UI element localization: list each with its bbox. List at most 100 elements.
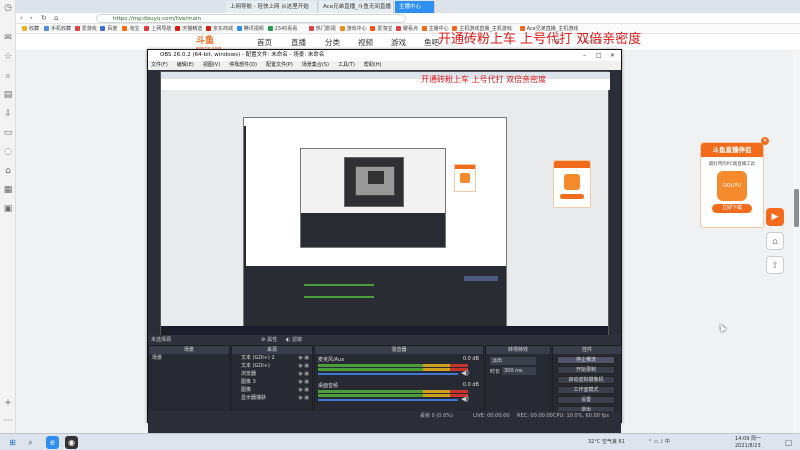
menu-file[interactable]: 文件(F): [151, 62, 168, 68]
tab-nav[interactable]: 上网导航 - 轻快上网 从这里开始: [226, 1, 318, 13]
bookmark-item[interactable]: 2345看看: [268, 24, 298, 34]
volume-meter: [318, 390, 468, 393]
source-item[interactable]: 文本 (GDI+) 2 ◉ ▣: [232, 354, 312, 362]
studio-mode-button[interactable]: 工作室模式: [557, 386, 615, 394]
source-item[interactable]: 显示器捕获 ◉ ▣: [232, 394, 312, 402]
tray-icons[interactable]: ⌃ ▭ ♪ 中: [648, 434, 670, 450]
scenes-header: 场景: [149, 346, 229, 354]
tab-douyu-room[interactable]: Ace兄弟直播_斗鱼无间直播: [319, 1, 394, 13]
mixer-channel-db: 0.0 dB: [462, 356, 479, 362]
add-icon[interactable]: +: [3, 398, 13, 408]
speaker-icon[interactable]: ◀): [461, 395, 469, 403]
search-icon[interactable]: ⌕: [3, 71, 13, 81]
duration-input[interactable]: 300 ms: [502, 367, 536, 375]
menu-edit[interactable]: 编辑(E): [177, 62, 194, 68]
nested-promo-text: 开通砖粉上车 上号代打 双倍亲密度: [421, 75, 547, 84]
home-icon[interactable]: ⌂: [54, 13, 58, 24]
volume-meter: [318, 364, 468, 367]
bookmark-item[interactable]: 百度: [100, 24, 117, 34]
back-icon[interactable]: ‹: [20, 13, 23, 24]
bookmark-item[interactable]: 游戏中心: [340, 24, 367, 34]
scroll-thumb[interactable]: [794, 189, 799, 227]
bookmark-item[interactable]: 收藏: [22, 24, 39, 34]
box-icon[interactable]: ▣: [3, 204, 13, 214]
visibility-icon[interactable]: ◉ ▣: [298, 362, 309, 370]
menu-view[interactable]: 视图(V): [203, 62, 220, 68]
home-side-icon[interactable]: ⌂: [766, 232, 784, 250]
source-label: 显示器捕获: [241, 395, 267, 401]
maximize-icon[interactable]: □: [596, 50, 602, 61]
bookmark-item[interactable]: 热门影视: [309, 24, 336, 34]
ad-close-icon[interactable]: ×: [761, 137, 769, 145]
volume-slider[interactable]: [318, 373, 458, 375]
notification-icon[interactable]: ▢: [782, 436, 795, 449]
volume-slider[interactable]: [318, 399, 458, 401]
tab-anchor-center[interactable]: 主播中心: [395, 1, 435, 13]
game-icon[interactable]: ⌂: [3, 166, 13, 176]
bookmark-item[interactable]: 主播中心: [422, 24, 449, 34]
refresh-icon[interactable]: ↻: [41, 13, 47, 24]
back-top-icon[interactable]: ⇧: [766, 256, 784, 274]
stop-stream-button[interactable]: 停止推流: [557, 356, 615, 364]
mail-icon[interactable]: ✉: [3, 33, 13, 43]
visibility-icon[interactable]: ◉ ▣: [298, 354, 309, 362]
minimize-icon[interactable]: –: [583, 50, 586, 61]
menu-profile[interactable]: 配置文件(P): [266, 62, 293, 68]
transition-select[interactable]: 淡出: [490, 357, 536, 365]
source-item[interactable]: 文本 (GDI+) ◉ ▣: [232, 362, 312, 370]
search-taskbar-icon[interactable]: ⌕: [24, 436, 37, 449]
menu-tools[interactable]: 工具(T): [338, 62, 355, 68]
chat-icon[interactable]: ◌: [3, 147, 13, 157]
bookmark-item[interactable]: 腾讯视频: [237, 24, 264, 34]
filters-button[interactable]: ◐ 滤镜: [286, 335, 302, 345]
bookmark-item[interactable]: 京东商城: [206, 24, 233, 34]
source-item[interactable]: 图像 3 ◉ ▣: [232, 378, 312, 386]
bookmark-item[interactable]: 主机游戏直播_主机游戏: [452, 24, 512, 34]
tab-bar: 上网导航 - 轻快上网 从这里开始 Ace兄弟直播_斗鱼无间直播 主播中心: [16, 0, 800, 13]
bookmark-item[interactable]: 聚看点: [396, 24, 418, 34]
visibility-icon[interactable]: ◉ ▣: [298, 370, 309, 378]
more-icon[interactable]: ⋯: [3, 416, 13, 426]
companion-ad[interactable]: 斗鱼直播伴侣 最好用的PC端直播工具 DOUYU 立即下载: [700, 142, 764, 228]
bookmark-item[interactable]: 手机收藏: [44, 24, 71, 34]
ad-download-button[interactable]: 立即下载: [712, 204, 752, 213]
bookmark-item[interactable]: 爱淘宝: [370, 24, 392, 34]
windows-start-icon[interactable]: ⊞: [6, 436, 19, 449]
bookmark-item[interactable]: 淘宝: [122, 24, 139, 34]
bookmark-item[interactable]: Ace兄弟直播_主机游戏: [520, 24, 579, 34]
start-record-button[interactable]: 开始录制: [557, 366, 615, 374]
forward-icon[interactable]: ›: [30, 13, 33, 24]
speaker-icon[interactable]: ◀): [461, 369, 469, 377]
source-item[interactable]: 图像 ◉ ▣: [232, 386, 312, 394]
bookmark-item[interactable]: 爱游戏: [75, 24, 97, 34]
bookmark-item[interactable]: 上网导航: [144, 24, 171, 34]
douyu-logo[interactable]: 斗鱼 DOUYU.COM: [196, 35, 236, 50]
url-input[interactable]: https://mp.douyu.com/live/main: [96, 14, 406, 23]
visibility-icon[interactable]: ◉ ▣: [298, 394, 309, 402]
calendar-icon[interactable]: ▦: [3, 185, 13, 195]
address-bar: ‹ › ↻ ⌂ https://mp.douyu.com/live/main: [16, 13, 800, 24]
settings-button[interactable]: 设置: [557, 396, 615, 404]
notes-icon[interactable]: ▤: [3, 90, 13, 100]
bookmark-item[interactable]: 天猫精选: [175, 24, 202, 34]
menu-help[interactable]: 帮助(H): [364, 62, 382, 68]
source-label: 图像: [241, 387, 252, 393]
visibility-icon[interactable]: ◉ ▣: [298, 378, 309, 386]
download-icon[interactable]: ⇩: [3, 109, 13, 119]
page-scrollbar[interactable]: [793, 51, 800, 433]
virtual-camera-button[interactable]: 启动虚拟摄像机: [557, 376, 615, 384]
menu-scene-collection[interactable]: 场景集合(S): [302, 62, 329, 68]
source-item[interactable]: 浏览器 ◉ ▣: [232, 370, 312, 378]
obs-taskbar-icon[interactable]: ◉: [65, 436, 78, 449]
obs-preview[interactable]: 开通砖粉上车 上号代打 双倍亲密度: [160, 71, 610, 336]
video-icon[interactable]: ▭: [3, 128, 13, 138]
play-icon[interactable]: ▶: [766, 208, 784, 226]
menu-docks[interactable]: 停靠部件(D): [229, 62, 257, 68]
visibility-icon[interactable]: ◉ ▣: [298, 386, 309, 394]
browser-taskbar-icon[interactable]: e: [46, 436, 59, 449]
properties-button[interactable]: ⚙ 属性: [261, 335, 277, 345]
close-icon[interactable]: ✕: [610, 50, 615, 61]
bookmark-icon[interactable]: ☆: [3, 52, 13, 62]
scene-item[interactable]: 场景: [149, 354, 229, 362]
history-icon[interactable]: ◷: [3, 3, 13, 13]
